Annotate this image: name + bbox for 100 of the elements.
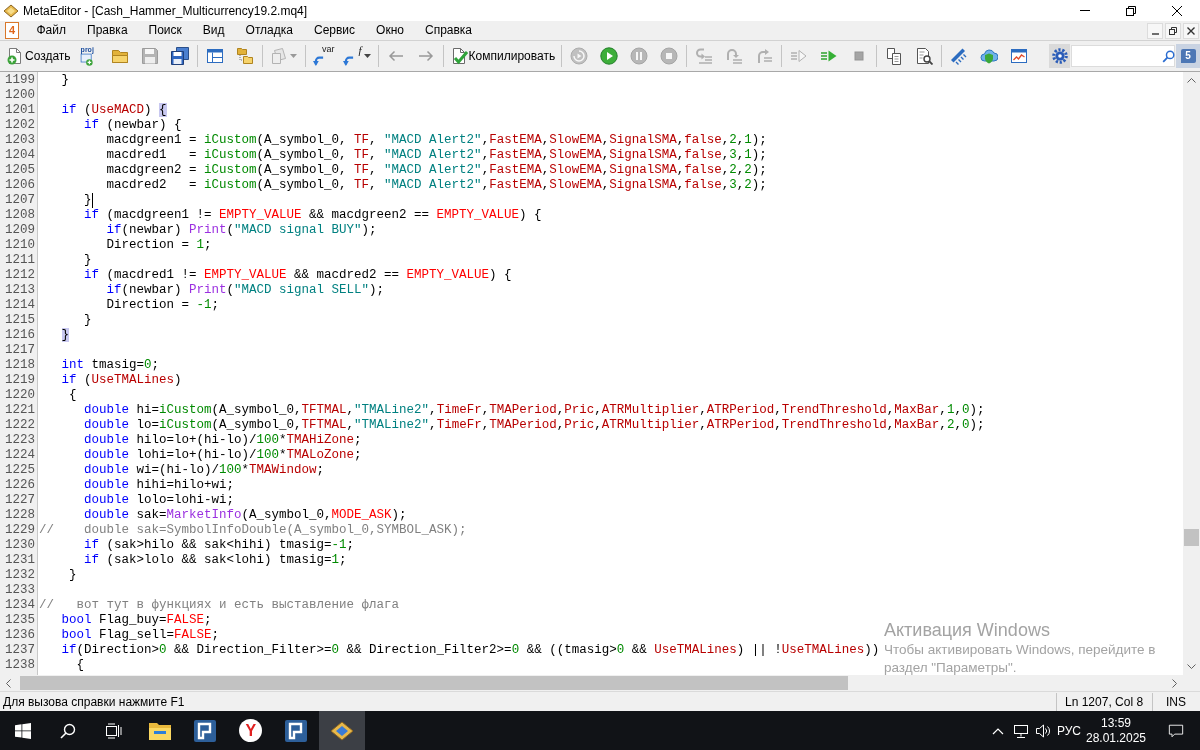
- taskbar-app-button[interactable]: Y: [227, 711, 274, 750]
- menu-item[interactable]: Окно: [365, 21, 415, 40]
- code-line: {: [76, 658, 84, 673]
- menu-item[interactable]: Файл: [26, 21, 77, 40]
- line-number: 1224: [4, 448, 36, 463]
- code-line: if (macdred1 != EMPTY_VALUE && macdred2 == EMPTY_VALUE) {: [84, 268, 512, 283]
- code-line: bool Flag_buy=FALSE;: [61, 613, 212, 628]
- menu-item[interactable]: Отладка: [235, 21, 304, 40]
- project-plus-icon: [80, 53, 94, 66]
- line-number: 1208: [4, 208, 36, 223]
- function-button[interactable]: f: [339, 44, 374, 68]
- step-out-icon: [755, 47, 774, 65]
- line-number: 1220: [4, 388, 36, 403]
- caret-icon: [290, 54, 298, 58]
- window-title: MetaEditor - [Cash_Hammer_Multicurrency19.2.mq4]: [23, 3, 309, 18]
- app-logo-icon: [3, 3, 19, 18]
- code-line: double wi=(hi-lo)/100*TMAWindow;: [84, 463, 325, 478]
- code-line: macdgreen1 = iCustom(A_symbol_0, TF, "MACD Alert2",FastEMA,SlowEMA,SignalSMA,false,2,1);: [106, 133, 767, 148]
- settings-button[interactable]: [1049, 44, 1070, 68]
- code-line: }: [84, 193, 92, 208]
- menu-item[interactable]: Справка: [414, 21, 483, 40]
- minimize-icon: [1151, 32, 1159, 35]
- file-type-icon: 4: [5, 22, 19, 39]
- close-icon: [1187, 26, 1195, 35]
- activation-message: Чтобы активировать Windows, перейдите в раздел "Параметры".: [884, 641, 1156, 677]
- code-line: double sak=MarketInfo(A_symbol_0,MODE_ASK);: [84, 508, 407, 523]
- code-line: }: [61, 73, 69, 88]
- scrollbar-thumb[interactable]: [20, 676, 848, 690]
- minimize-icon: [1080, 10, 1090, 11]
- speaker-icon: [1035, 722, 1051, 739]
- square-logo-icon: [193, 718, 218, 743]
- line-number: 1201: [4, 103, 36, 118]
- line-number: 1228: [4, 508, 36, 523]
- code-line: }: [69, 568, 77, 583]
- code-line: if (sak>lolo && sak<lohi) tmasig=1;: [84, 553, 347, 568]
- document-restore-button[interactable]: [1165, 22, 1181, 39]
- activation-title: Активация Windows: [884, 619, 1051, 641]
- create-button[interactable]: Создать: [4, 44, 73, 68]
- step-over-icon: [725, 47, 744, 65]
- line-number: 1207: [4, 193, 36, 208]
- line-number: 1214: [4, 298, 36, 313]
- chart-window-icon: [1010, 47, 1029, 65]
- line-number: 1235: [4, 613, 36, 628]
- circle-logo-icon: Y: [239, 719, 263, 742]
- monitor-icon: [1013, 722, 1029, 739]
- copy-icon: [885, 47, 904, 65]
- menu-item[interactable]: Сервис: [303, 21, 366, 40]
- line-number: 1212: [4, 268, 36, 283]
- line-number: 1238: [4, 658, 36, 673]
- line-number: 1210: [4, 238, 36, 253]
- window-panes-icon: [205, 47, 224, 65]
- chevron-up-icon: [992, 726, 1004, 735]
- pause-icon: [630, 47, 649, 65]
- line-number: 1205: [4, 163, 36, 178]
- line-number: 1226: [4, 478, 36, 493]
- search-field[interactable]: [1071, 45, 1175, 67]
- restore-icon: [1169, 26, 1177, 35]
- code-line: double hilo=lo+(hi-lo)/100*TMAHiZone;: [84, 433, 362, 448]
- community-button[interactable]: 5: [1176, 44, 1200, 68]
- comb-icon: [950, 47, 969, 65]
- square-logo-icon: [284, 718, 309, 743]
- line-number: 1234: [4, 598, 36, 613]
- code-line: }: [84, 253, 92, 268]
- documents-icon: [270, 47, 289, 65]
- play-icon: [600, 47, 619, 65]
- line-number: 1203: [4, 133, 36, 148]
- line-number: 1199: [4, 73, 36, 88]
- settings-icon: [1050, 47, 1069, 65]
- line-number: 1213: [4, 283, 36, 298]
- menu-item[interactable]: Вид: [192, 21, 236, 40]
- restart-icon: [570, 47, 589, 65]
- code-line: macdred2 = iCustom(A_symbol_0, TF, "MACD Alert2",FastEMA,SlowEMA,SignalSMA,false,3,2);: [106, 178, 767, 193]
- search-icon: [1162, 49, 1175, 63]
- folder-icon: [110, 47, 129, 65]
- language-indicator[interactable]: РУС: [1054, 723, 1084, 738]
- document-close-button[interactable]: [1183, 22, 1199, 39]
- line-number: 1209: [4, 223, 36, 238]
- line-number: 1229: [4, 523, 36, 538]
- windows-logo-icon: [14, 722, 31, 739]
- menu-item[interactable]: Поиск: [138, 21, 193, 40]
- line-number: 1237: [4, 643, 36, 658]
- menu-item[interactable]: Правка: [76, 21, 139, 40]
- code-line: double lolo=lohi-wi;: [84, 493, 235, 508]
- line-number: 1231: [4, 553, 36, 568]
- code-line: double lohi=lo+(hi-lo)/100*TMALoZone;: [84, 448, 362, 463]
- compile-button[interactable]: Компилировать: [447, 44, 558, 68]
- taskbar-app-button[interactable]: [319, 711, 365, 750]
- line-number: 1218: [4, 358, 36, 373]
- document-search-icon: [915, 47, 934, 65]
- code-line: double hi=iCustom(A_symbol_0,TFTMAL,"TMALine2",TimeFr,TMAPeriod,Pric,ATRMultiplier,ATRPeriod,TrendThreshold,MaxBar,1,0);: [84, 403, 985, 418]
- code-line: if(Direction>0 && Direction_Filter>=0 && Direction_Filter2>=0 && ((tmasig>0 && UseTMALines) || !UseTMALines)): [61, 643, 880, 658]
- document-minimize-button[interactable]: [1147, 22, 1163, 39]
- scrollbar-thumb[interactable]: [1184, 529, 1199, 546]
- caret-icon: [363, 54, 371, 58]
- line-number: 1223: [4, 433, 36, 448]
- line-number: 1217: [4, 343, 36, 358]
- code-line: double hihi=hilo+wi;: [84, 478, 235, 493]
- variable-button[interactable]: var: [309, 44, 336, 68]
- line-number: 1216: [4, 328, 36, 343]
- line-number: 1219: [4, 373, 36, 388]
